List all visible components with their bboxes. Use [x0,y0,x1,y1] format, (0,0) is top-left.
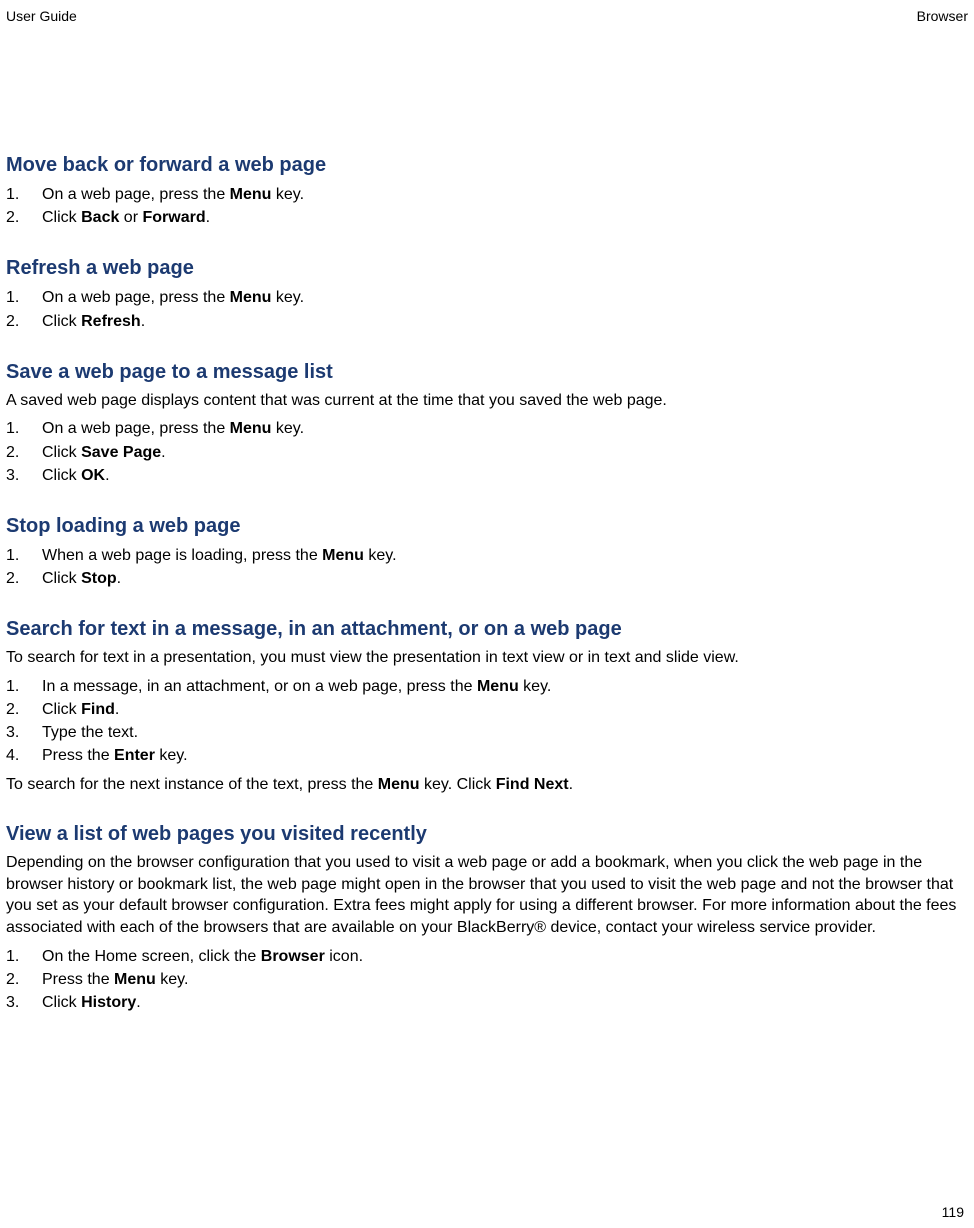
bold-text: Find [81,701,115,718]
section-heading: Save a web page to a message list [6,361,968,384]
bold-text: Menu [477,678,519,695]
step-item: Type the text. [6,721,968,744]
step-list: On a web page, press the Menu key.Click … [6,183,968,229]
step-item: When a web page is loading, press the Me… [6,544,968,567]
step-item: On a web page, press the Menu key. [6,417,968,440]
section-outro: To search for the next instance of the t… [6,774,968,796]
step-list: On a web page, press the Menu key.Click … [6,286,968,332]
step-item: On a web page, press the Menu key. [6,286,968,309]
step-item: Click History. [6,991,968,1014]
bold-text: Save Page [81,444,161,461]
step-item: Click OK. [6,464,968,487]
section-heading: Stop loading a web page [6,515,968,538]
bold-text: Menu [322,547,364,564]
bold-text: OK [81,467,105,484]
bold-text: Find Next [496,776,569,793]
step-item: On a web page, press the Menu key. [6,183,968,206]
bold-text: Browser [261,948,325,965]
step-item: In a message, in an attachment, or on a … [6,675,968,698]
step-item: Click Back or Forward. [6,206,968,229]
step-item: On the Home screen, click the Browser ic… [6,945,968,968]
step-item: Click Find. [6,698,968,721]
page-number: 119 [942,1204,964,1220]
bold-text: Menu [230,420,272,437]
bold-text: Menu [230,289,272,306]
step-item: Click Refresh. [6,310,968,333]
bold-text: Refresh [81,313,141,330]
header-left: User Guide [6,8,77,24]
step-list: On a web page, press the Menu key.Click … [6,417,968,487]
section-intro: To search for text in a presentation, yo… [6,647,968,669]
section-heading: Search for text in a message, in an atta… [6,618,968,641]
step-item: Click Stop. [6,567,968,590]
bold-text: Menu [230,186,272,203]
step-item: Press the Enter key. [6,744,968,767]
bold-text: Stop [81,570,117,587]
bold-text: Menu [378,776,420,793]
step-item: Click Save Page. [6,441,968,464]
section-heading: View a list of web pages you visited rec… [6,823,968,846]
section-intro: A saved web page displays content that w… [6,390,968,412]
header-right: Browser [917,8,968,24]
step-list: In a message, in an attachment, or on a … [6,675,968,768]
section-heading: Refresh a web page [6,257,968,280]
bold-text: History [81,994,136,1011]
section-intro: Depending on the browser configuration t… [6,852,968,938]
bold-text: Back [81,209,119,226]
page-content: Move back or forward a web page On a web … [6,154,968,1014]
section-heading: Move back or forward a web page [6,154,968,177]
page: User Guide Browser Move back or forward … [0,0,974,1228]
step-item: Press the Menu key. [6,968,968,991]
bold-text: Menu [114,971,156,988]
step-list: On the Home screen, click the Browser ic… [6,945,968,1015]
page-header: User Guide Browser [6,8,968,24]
step-list: When a web page is loading, press the Me… [6,544,968,590]
bold-text: Forward [142,209,205,226]
bold-text: Enter [114,747,155,764]
